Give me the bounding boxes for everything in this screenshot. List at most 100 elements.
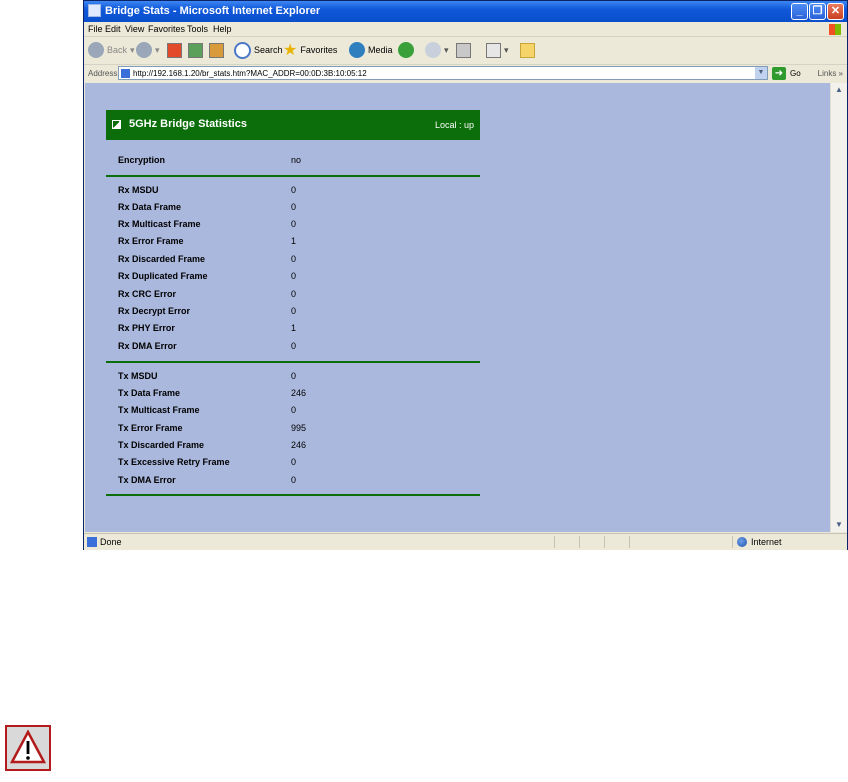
favorites-button[interactable]: ★ Favorites bbox=[283, 41, 337, 59]
home-icon bbox=[209, 42, 224, 58]
menu-tools[interactable]: Tools bbox=[187, 24, 208, 34]
stat-value: 0 bbox=[291, 289, 297, 299]
mail-icon bbox=[425, 42, 441, 58]
go-arrow-icon[interactable]: ➜ bbox=[772, 67, 786, 80]
stat-row-rx-decrypt-error: Rx Decrypt Error 0 bbox=[118, 304, 418, 320]
stat-label: Rx Error Frame bbox=[118, 236, 184, 246]
bridge-icon bbox=[111, 119, 122, 130]
stat-row-rx-multicast-frame: Rx Multicast Frame 0 bbox=[118, 217, 418, 233]
address-bar: Address http://192.168.1.20/br_stats.htm… bbox=[84, 65, 847, 82]
stat-value: 0 bbox=[291, 405, 297, 415]
search-icon bbox=[234, 41, 251, 59]
refresh-button[interactable] bbox=[188, 41, 203, 59]
stat-value: 0 bbox=[291, 306, 297, 316]
address-label: Address bbox=[88, 69, 118, 78]
stat-value: 0 bbox=[291, 185, 297, 195]
stat-row-rx-duplicated-frame: Rx Duplicated Frame 0 bbox=[118, 269, 418, 285]
stat-value: 0 bbox=[291, 202, 297, 212]
warning-triangle-icon bbox=[5, 725, 51, 771]
page-done-icon bbox=[87, 537, 97, 547]
address-input[interactable]: http://192.168.1.20/br_stats.htm?MAC_ADD… bbox=[118, 66, 768, 80]
stat-label: Encryption bbox=[118, 155, 166, 165]
panel-title: 5GHz Bridge Statistics bbox=[129, 118, 247, 130]
menu-edit[interactable]: Edit bbox=[105, 24, 121, 34]
page-icon bbox=[121, 69, 130, 78]
stat-label: Tx MSDU bbox=[118, 371, 158, 381]
stat-row-rx-dma-error: Rx DMA Error 0 bbox=[118, 339, 418, 355]
link-status: Local : up bbox=[434, 120, 474, 130]
close-button[interactable]: ✕ bbox=[827, 3, 844, 20]
address-url: http://192.168.1.20/br_stats.htm?MAC_ADD… bbox=[133, 69, 367, 78]
stat-label: Rx Data Frame bbox=[118, 202, 182, 212]
stat-value: 0 bbox=[291, 475, 297, 485]
stat-value: 0 bbox=[291, 219, 297, 229]
status-divider bbox=[579, 536, 580, 548]
back-arrow-icon bbox=[88, 42, 104, 58]
browser-window: Bridge Stats - Microsoft Internet Explor… bbox=[83, 0, 848, 550]
history-button[interactable] bbox=[398, 41, 414, 59]
star-icon: ★ bbox=[283, 42, 298, 59]
print-icon bbox=[456, 42, 471, 58]
status-divider bbox=[732, 536, 733, 548]
internet-globe-icon bbox=[737, 537, 747, 547]
print-button[interactable] bbox=[456, 41, 471, 59]
stat-row-tx-dma-error: Tx DMA Error 0 bbox=[118, 473, 418, 489]
stat-label: Tx Error Frame bbox=[118, 423, 183, 433]
stat-value: 0 bbox=[291, 457, 297, 467]
stat-label: Rx Duplicated Frame bbox=[118, 271, 208, 281]
stat-value: 246 bbox=[291, 388, 307, 398]
go-button[interactable]: Go bbox=[790, 69, 801, 78]
media-button[interactable]: Media bbox=[349, 41, 393, 59]
back-label: Back bbox=[107, 45, 128, 55]
maximize-button[interactable]: ❐ bbox=[809, 3, 826, 20]
menu-file[interactable]: File bbox=[88, 24, 103, 34]
title-bar: Bridge Stats - Microsoft Internet Explor… bbox=[84, 1, 847, 22]
forward-button[interactable]: ▾ bbox=[136, 41, 160, 59]
scroll-down-icon[interactable]: ▼ bbox=[831, 518, 847, 532]
mail-button[interactable]: ▾ bbox=[425, 41, 449, 59]
stat-row-tx-data-frame: Tx Data Frame 246 bbox=[118, 386, 418, 402]
stat-row-tx-discarded-frame: Tx Discarded Frame 246 bbox=[118, 438, 418, 454]
ie-icon bbox=[88, 4, 101, 17]
stat-row-rx-discarded-frame: Rx Discarded Frame 0 bbox=[118, 252, 418, 268]
menu-view[interactable]: View bbox=[125, 24, 144, 34]
stat-value: 1 bbox=[291, 323, 297, 333]
edit-button[interactable]: ▾ bbox=[486, 41, 509, 59]
stop-button[interactable] bbox=[167, 41, 182, 59]
links-button[interactable]: Links » bbox=[818, 69, 843, 78]
menu-help[interactable]: Help bbox=[213, 24, 232, 34]
stat-label: Tx Data Frame bbox=[118, 388, 181, 398]
home-button[interactable] bbox=[209, 41, 224, 59]
stop-icon bbox=[167, 42, 182, 58]
messenger-button[interactable] bbox=[520, 41, 535, 59]
favorites-label: Favorites bbox=[300, 45, 338, 55]
stat-row-tx-error-frame: Tx Error Frame 995 bbox=[118, 421, 418, 437]
stat-label: Tx Multicast Frame bbox=[118, 405, 200, 415]
stat-value: 0 bbox=[291, 371, 297, 381]
stat-value: 246 bbox=[291, 440, 307, 450]
stat-row-rx-data-frame: Rx Data Frame 0 bbox=[118, 200, 418, 216]
menu-favorites[interactable]: Favorites bbox=[148, 24, 185, 34]
stat-value: 0 bbox=[291, 271, 297, 281]
search-button[interactable]: Search bbox=[234, 41, 283, 59]
address-dropdown-icon[interactable]: ▼ bbox=[755, 67, 767, 79]
vertical-scrollbar[interactable]: ▲ ▼ bbox=[830, 83, 847, 532]
history-icon bbox=[398, 42, 414, 58]
page-content: 5GHz Bridge Statistics Local : up Encryp… bbox=[85, 83, 830, 532]
status-bar: Done Internet bbox=[84, 533, 847, 550]
window-title: Bridge Stats - Microsoft Internet Explor… bbox=[105, 5, 321, 17]
back-button[interactable]: Back ▾ bbox=[88, 41, 135, 59]
section-divider bbox=[106, 494, 480, 496]
stat-value: 0 bbox=[291, 341, 297, 351]
scroll-up-icon[interactable]: ▲ bbox=[831, 83, 847, 97]
security-zone: Internet bbox=[751, 537, 782, 547]
stat-label: Rx MSDU bbox=[118, 185, 159, 195]
section-divider bbox=[106, 361, 480, 363]
forward-arrow-icon bbox=[136, 42, 152, 58]
stat-row-rx-error-frame: Rx Error Frame 1 bbox=[118, 234, 418, 250]
status-divider bbox=[554, 536, 555, 548]
panel-header: 5GHz Bridge Statistics Local : up bbox=[106, 110, 480, 140]
minimize-button[interactable]: _ bbox=[791, 3, 808, 20]
search-label: Search bbox=[254, 45, 283, 55]
edit-icon bbox=[486, 42, 501, 58]
